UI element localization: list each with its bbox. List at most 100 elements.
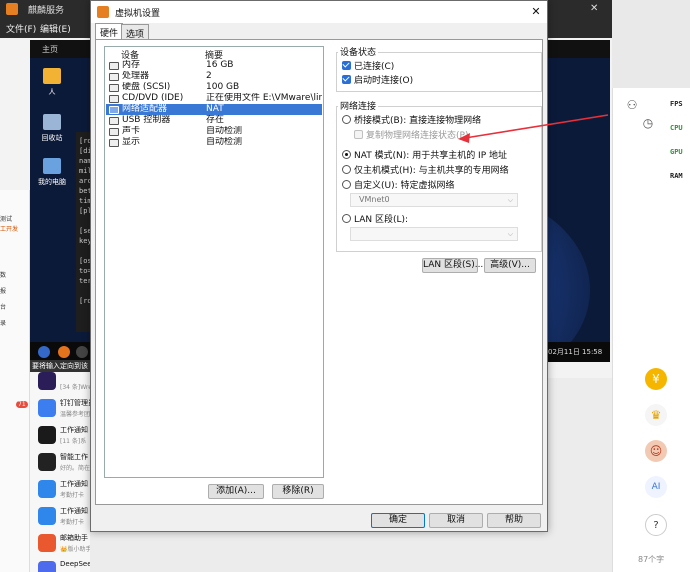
desktop-icon-recycle-bin[interactable]: 回收站: [32, 114, 72, 143]
add-user-icon[interactable]: ⚇: [621, 94, 643, 116]
vm-clock: 02月11日 15:58: [548, 348, 603, 356]
dialog-titlebar[interactable]: 虚拟机设置 ✕: [91, 1, 547, 23]
word-count: 87个字: [638, 555, 665, 564]
device-icon: [109, 106, 119, 114]
chat-name: 钉钉管理员: [60, 399, 90, 407]
chat-list-item[interactable]: 邮箱助手 👑版小助手: [34, 530, 90, 560]
terminal-icon[interactable]: [76, 346, 88, 358]
ai-icon[interactable]: AI: [645, 476, 667, 498]
device-icon: [109, 62, 119, 70]
chat-name: DeepSeek: [60, 560, 90, 568]
trophy-icon[interactable]: ♛: [645, 404, 667, 426]
device-list[interactable]: 设备 摘要 内存 16 GB 处理器 2 硬盘 (SCSI) 100 GB CD/DVD (…: [104, 46, 324, 478]
browser-icon[interactable]: [58, 346, 70, 358]
dialog-title: 虚拟机设置: [115, 9, 161, 19]
chat-list-item[interactable]: 工作通知 考勤打卡: [34, 503, 90, 533]
bridged-label[interactable]: 桥接模式(B): 直接连接物理网络: [354, 113, 481, 126]
menu-file[interactable]: 文件(F): [6, 22, 36, 35]
device-status-group: [336, 52, 542, 92]
help-button[interactable]: 帮助: [487, 513, 541, 528]
replicate-state-label[interactable]: 复制物理网络连接状态(P): [366, 128, 468, 141]
tab-hardware[interactable]: 硬件: [95, 23, 124, 39]
start-menu-icon[interactable]: [38, 346, 50, 358]
device-row[interactable]: 网络适配器 NAT: [106, 104, 322, 115]
chat-avatar-icon: [38, 561, 56, 572]
tab-options[interactable]: 选项: [121, 24, 150, 40]
chat-list-item[interactable]: 工作通知 [11 条]系: [34, 422, 90, 452]
add-device-button[interactable]: 添加(A)...: [208, 484, 264, 499]
chat-preview: 👑版小助手: [60, 546, 90, 553]
vmware-logo-icon: [97, 6, 109, 18]
device-icon: [109, 84, 119, 92]
connected-checkbox[interactable]: [342, 61, 351, 70]
chat-name: 邮箱助手: [60, 534, 88, 542]
vm-settings-dialog: 虚拟机设置 ✕ 硬件 选项 设备 摘要 内存 16 GB 处理器 2 硬盘 (SCSI)…: [90, 0, 548, 532]
host-only-label[interactable]: 仅主机模式(H): 与主机共享的专用网络: [354, 163, 509, 176]
device-icon: [109, 128, 119, 136]
chat-avatar-icon: [38, 534, 56, 552]
device-summary: 存在: [206, 115, 225, 125]
chat-preview: 考勤打卡: [60, 492, 85, 499]
custom-vmnet-select[interactable]: VMnet0 ⌵: [350, 193, 518, 207]
nat-radio[interactable]: [342, 150, 351, 159]
right-top-area: [612, 0, 690, 88]
chat-list-item[interactable]: 智能工作 好的。简在: [34, 449, 90, 479]
lan-segments-button[interactable]: LAN 区段(S)...: [422, 258, 483, 273]
device-name: CD/DVD (IDE): [122, 93, 184, 103]
device-row[interactable]: 显示 自动检测: [106, 137, 322, 148]
connect-on-power-label[interactable]: 启动时连接(O): [354, 73, 413, 86]
chat-preview: [34 条]Wre: [60, 384, 90, 391]
hardware-tab-panel: 设备 摘要 内存 16 GB 处理器 2 硬盘 (SCSI) 100 GB CD/DVD (…: [95, 39, 543, 505]
chat-list-item[interactable]: 工作通知 考勤打卡: [34, 476, 90, 506]
avatar-icon[interactable]: ☺: [645, 440, 667, 462]
chat-preview: 考勤打卡: [60, 519, 85, 526]
device-name: 硬盘 (SCSI): [122, 82, 171, 92]
lan-segment-select[interactable]: ⌵: [350, 227, 518, 241]
device-summary: 16 GB: [206, 60, 234, 70]
device-row[interactable]: CD/DVD (IDE) 正在使用文件 E:\VMware\linux...: [106, 93, 322, 104]
device-name: USB 控制器: [122, 115, 171, 125]
history-icon[interactable]: ◷: [637, 112, 659, 134]
chat-name: 智能工作: [60, 453, 88, 461]
custom-radio[interactable]: [342, 180, 351, 189]
device-row[interactable]: 内存 16 GB: [106, 60, 322, 71]
ok-button[interactable]: 确定: [371, 513, 425, 528]
lan-segment-label[interactable]: LAN 区段(L):: [354, 212, 408, 225]
device-summary: 100 GB: [206, 82, 240, 92]
close-icon[interactable]: ✕: [527, 3, 545, 21]
advanced-button[interactable]: 高级(V)...: [484, 258, 536, 273]
recycle-bin-icon: [43, 114, 61, 130]
connect-on-power-checkbox[interactable]: [342, 75, 351, 84]
device-row[interactable]: 硬盘 (SCSI) 100 GB: [106, 82, 322, 93]
computer-icon: [43, 158, 61, 174]
device-summary: NAT: [206, 104, 224, 114]
nat-label[interactable]: NAT 模式(N): 用于共享主机的 IP 地址: [354, 148, 507, 161]
chevron-down-icon: ⌵: [507, 230, 513, 238]
lan-segment-radio[interactable]: [342, 214, 351, 223]
desktop-icon-user[interactable]: 人: [32, 68, 72, 97]
coin-icon[interactable]: ¥: [645, 368, 667, 390]
remove-device-button[interactable]: 移除(R): [272, 484, 324, 499]
bridged-radio[interactable]: [342, 115, 351, 124]
help-question-icon[interactable]: ?: [645, 514, 667, 536]
chat-name: 工作通知: [60, 507, 88, 515]
background-left-sidebar: 测试 工开发 数 报 台 录: [0, 190, 30, 572]
device-icon: [109, 139, 119, 147]
custom-label[interactable]: 自定义(U): 特定虚拟网络: [354, 178, 455, 191]
device-row[interactable]: 声卡 自动检测: [106, 126, 322, 137]
desktop-icon-computer[interactable]: 我的电脑: [32, 158, 72, 187]
background-close-icon[interactable]: ✕: [590, 3, 598, 14]
host-only-radio[interactable]: [342, 165, 351, 174]
replicate-state-checkbox[interactable]: [354, 130, 363, 139]
connected-label[interactable]: 已连接(C): [354, 59, 394, 72]
menu-edit[interactable]: 编辑(E): [40, 22, 71, 35]
chat-list-item[interactable]: 钉钉管理员温馨参考团: [34, 395, 90, 425]
chat-list-item[interactable]: DeepSeek: [34, 557, 90, 572]
chat-list-item[interactable]: [34 条]Wre: [34, 368, 90, 398]
cancel-button[interactable]: 取消: [429, 513, 483, 528]
device-row[interactable]: USB 控制器 存在: [106, 115, 322, 126]
device-name: 内存: [122, 60, 141, 70]
app-logo-icon: [6, 3, 18, 15]
folder-icon: [43, 68, 61, 84]
device-row[interactable]: 处理器 2: [106, 71, 322, 82]
